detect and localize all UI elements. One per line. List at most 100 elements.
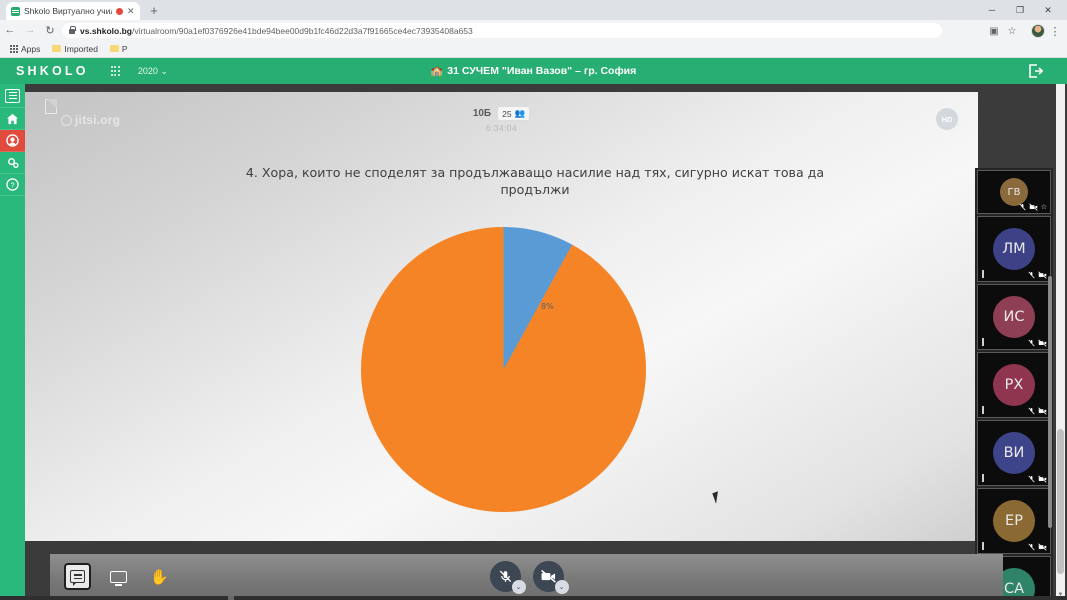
forward-button[interactable]: → [20,20,40,40]
camera-off-icon [1038,543,1047,551]
camera-off-icon [1038,407,1047,415]
mic-muted-icon [1028,271,1035,279]
participant-menu-icon[interactable] [982,406,984,414]
microphone-button[interactable]: ⌄ [489,561,526,594]
participant-tile[interactable]: РХ [977,352,1051,418]
url-path: /virtualroom/90a1ef0376926e41bde94bee00d… [131,25,473,36]
tile-indicators [1028,407,1047,415]
profile-avatar[interactable] [1031,24,1045,38]
mic-muted-icon [1028,407,1035,415]
participant-menu-icon[interactable] [982,474,984,482]
school-building-icon: 🏫 [430,65,444,77]
window-minimize-button[interactable]: ─ [979,0,1005,20]
back-button[interactable]: ← [0,20,20,40]
tab-title: Shkolo Виртуално училище [24,6,112,16]
bookmark-label: Apps [21,43,41,54]
virtual-room-icon [6,134,19,147]
participant-count-badge[interactable]: 25 👥 [497,106,531,121]
window-maximize-button[interactable]: ❐ [1007,0,1033,20]
camera-permission-icon[interactable]: ▣ [987,24,1001,38]
bookmark-imported[interactable]: Imported [48,44,102,54]
hamburger-icon [5,88,20,103]
bookmark-label: P [121,43,128,54]
apps-grid-icon [10,44,18,53]
gear-icon [8,158,19,168]
svg-text:?: ? [10,180,14,189]
avatar: ЛМ [993,228,1035,270]
page-scrollbar[interactable]: ▼ [1056,84,1065,600]
camera-options-button[interactable]: ⌄ [554,580,569,594]
camera-off-icon [1038,271,1047,279]
lock-icon [69,25,76,34]
shkolo-logo[interactable]: SHKOLO [16,64,89,78]
camera-button[interactable]: ⌄ [532,561,569,594]
tab-close-icon[interactable]: ✕ [127,6,135,16]
bookmark-p[interactable]: P [106,44,132,54]
school-name-label: 31 СУЧЕМ "Иван Вазов" – гр. София [447,65,637,77]
reload-button[interactable]: ↻ [40,20,60,40]
sidebar-item-menu-toggle[interactable] [0,84,25,108]
participants-icon: 👥 [514,108,526,118]
browser-tabstrip: Shkolo Виртуално училище ✕ + ─ ❐ ✕ [0,0,1067,20]
scrollbar-thumb[interactable] [1057,429,1064,574]
participant-count: 25 [502,108,512,119]
address-bar[interactable]: vs.shkolo.bg/virtualroom/90a1ef0376926e4… [62,23,942,38]
logout-icon [1028,64,1043,78]
jitsi-conference: jitsi.org 10Б 25 👥 6:34:04 HD 4. Хора, к… [25,84,1067,600]
bookmark-star-icon[interactable]: ☆ [1005,24,1019,38]
sidebar-item-home[interactable] [0,108,25,130]
new-tab-button[interactable]: + [146,3,162,19]
logout-button[interactable] [1025,62,1045,80]
shkolo-header: SHKOLO 2020 ⌄ 🏫 31 СУЧЕМ "Иван Вазов" – … [0,58,1067,84]
browser-window: Shkolo Виртуално училище ✕ + ─ ❐ ✕ ← → ↻… [0,0,1067,600]
avatar: ВИ [993,432,1035,474]
school-year-label: 2020 [137,65,158,76]
room-meta: 10Б 25 👥 6:34:04 [25,106,978,133]
avatar: ИС [993,296,1035,338]
bookmark-label: Imported [64,43,98,54]
sidebar-item-help[interactable]: ? [0,174,25,196]
chrome-menu-icon[interactable]: ⋮ [1048,24,1062,38]
left-sidebar: ? [0,84,25,600]
home-icon [6,113,19,124]
window-close-button[interactable]: ✕ [1035,0,1061,20]
watermark-label: jitsi.org [75,113,121,127]
tile-indicators [1028,543,1047,551]
school-year-selector[interactable]: 2020 ⌄ [138,66,168,77]
url-text: vs.shkolo.bg/virtualroom/90a1ef0376926e4… [80,26,473,36]
apps-menu-icon[interactable] [110,66,120,76]
participant-tile[interactable]: ЛМ [977,216,1051,282]
participant-tile[interactable]: ЕР [977,488,1051,554]
tile-indicators [1028,271,1047,279]
participant-tile[interactable]: ВИ [977,420,1051,486]
camera-off-icon [1038,339,1047,347]
sidebar-item-virtual-room[interactable] [0,130,25,152]
browser-toolbar: ← → ↻ vs.shkolo.bg/virtualroom/90a1ef037… [0,20,1067,40]
participant-tile[interactable]: ГВ ☆ [977,170,1051,214]
participant-menu-icon[interactable] [982,270,984,278]
participant-menu-icon[interactable] [982,542,984,550]
pie-chart-graphic [361,227,646,512]
file-icon [45,98,58,114]
filmstrip-scrollbar[interactable] [1048,276,1052,528]
folder-icon [109,45,119,52]
camera-off-icon [1028,203,1038,211]
camera-off-icon [540,569,556,583]
browser-tab[interactable]: Shkolo Виртуално училище ✕ [6,2,140,20]
meeting-timer: 6:34:04 [485,123,518,133]
sidebar-item-settings[interactable] [0,152,25,174]
slide-title: 4. Хора, които не споделят за продължава… [245,165,825,197]
status-badge: HD [936,108,958,130]
school-name: 🏫 31 СУЧЕМ "Иван Вазов" – гр. София [324,65,744,77]
bookmark-apps[interactable]: Apps [6,44,44,54]
shared-presentation[interactable]: jitsi.org 10Б 25 👥 6:34:04 HD 4. Хора, к… [25,92,978,541]
conference-toolbar: ✋ ⌄ ⌄ [50,554,1003,600]
participant-menu-icon[interactable] [982,338,984,346]
microphone-options-button[interactable]: ⌄ [511,580,526,594]
participant-tile[interactable]: ИС [977,284,1051,350]
participants-filmstrip[interactable]: ГВ☆ЛМИСРХВИЕРСА › [975,168,1053,600]
star-icon[interactable]: ☆ [1041,203,1047,211]
pie-label-fakt: 8% [541,302,554,311]
mic-muted-icon [1028,339,1035,347]
recording-indicator-icon [116,7,123,15]
